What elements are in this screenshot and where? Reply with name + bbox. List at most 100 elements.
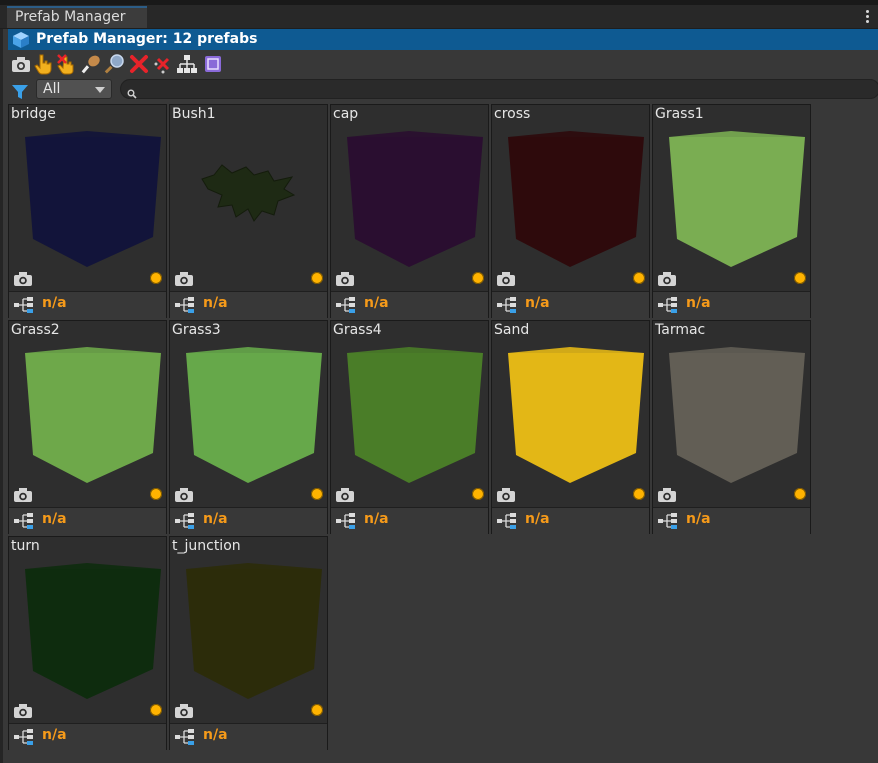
hierarchy-icon[interactable] xyxy=(174,512,196,534)
camera-icon[interactable] xyxy=(10,53,32,75)
tab-prefab-manager[interactable]: Prefab Manager xyxy=(7,6,147,28)
filter-dropdown-value: All xyxy=(43,81,61,97)
prefab-name: Sand xyxy=(494,322,530,338)
prefab-card[interactable]: Grass4 n/a xyxy=(330,320,489,534)
hierarchy-icon[interactable] xyxy=(174,296,196,318)
tab-bar: Prefab Manager xyxy=(0,5,878,29)
status-dot-icon xyxy=(311,704,323,716)
prefab-info-row: n/a xyxy=(9,291,166,318)
prefab-info-row: n/a xyxy=(9,507,166,534)
filter-row: All xyxy=(8,78,878,102)
prefab-info-row: n/a xyxy=(492,291,649,318)
camera-icon[interactable] xyxy=(13,702,33,724)
prefab-card[interactable]: Grass1 n/a xyxy=(652,104,811,318)
camera-icon[interactable] xyxy=(657,486,677,508)
prefab-status-label: n/a xyxy=(686,511,711,527)
prefab-status-label: n/a xyxy=(203,511,228,527)
hierarchy-icon[interactable] xyxy=(496,512,518,534)
status-dot-icon xyxy=(633,488,645,500)
prefab-name: Tarmac xyxy=(655,322,706,338)
prefab-card[interactable]: turn n/a xyxy=(8,536,167,750)
hierarchy-icon[interactable] xyxy=(335,512,357,534)
drumstick-icon[interactable] xyxy=(80,53,102,75)
prefab-status-label: n/a xyxy=(686,295,711,311)
prefab-info-row: n/a xyxy=(170,291,327,318)
prefab-name: Grass1 xyxy=(655,106,704,122)
prefab-status-label: n/a xyxy=(364,511,389,527)
pointer-remove-icon[interactable] xyxy=(56,53,78,75)
filter-funnel-icon xyxy=(12,84,28,103)
prefab-status-label: n/a xyxy=(525,295,550,311)
camera-icon[interactable] xyxy=(174,702,194,724)
prefab-card[interactable]: Grass3 n/a xyxy=(169,320,328,534)
hierarchy-icon[interactable] xyxy=(13,296,35,318)
prefab-card[interactable]: bridge n/a xyxy=(8,104,167,318)
prefab-thumbnail[interactable] xyxy=(657,127,807,272)
prefab-thumbnail[interactable] xyxy=(13,559,163,704)
search-icon xyxy=(127,84,137,103)
prefab-thumbnail[interactable] xyxy=(174,343,324,488)
status-dot-icon xyxy=(472,272,484,284)
prefab-status-label: n/a xyxy=(42,727,67,743)
prefab-card[interactable]: cap n/a xyxy=(330,104,489,318)
prefab-thumbnail[interactable] xyxy=(496,127,646,272)
camera-icon[interactable] xyxy=(13,486,33,508)
remove-marker-icon[interactable] xyxy=(152,53,174,75)
more-options-icon[interactable] xyxy=(866,10,870,24)
hierarchy-icon[interactable] xyxy=(176,53,198,75)
camera-icon[interactable] xyxy=(174,486,194,508)
filter-dropdown[interactable]: All xyxy=(36,79,112,99)
prefab-thumbnail[interactable] xyxy=(335,343,485,488)
red-x-icon[interactable] xyxy=(128,53,150,75)
pointer-hand-icon[interactable] xyxy=(32,53,54,75)
camera-icon[interactable] xyxy=(496,270,516,292)
prefab-card[interactable]: cross n/a xyxy=(491,104,650,318)
magnifier-icon[interactable] xyxy=(104,53,126,75)
camera-icon[interactable] xyxy=(335,486,355,508)
camera-icon[interactable] xyxy=(174,270,194,292)
status-dot-icon xyxy=(472,488,484,500)
prefab-card[interactable]: t_junction n/a xyxy=(169,536,328,750)
prefab-thumbnail[interactable] xyxy=(174,559,324,704)
prefab-name: Grass3 xyxy=(172,322,221,338)
camera-icon[interactable] xyxy=(496,486,516,508)
hierarchy-icon[interactable] xyxy=(13,728,35,750)
prefab-name: Bush1 xyxy=(172,106,216,122)
prefab-thumbnail[interactable] xyxy=(13,343,163,488)
prefab-info-row: n/a xyxy=(9,723,166,750)
camera-icon[interactable] xyxy=(657,270,677,292)
hierarchy-icon[interactable] xyxy=(13,512,35,534)
prefab-dialog-icon[interactable] xyxy=(202,53,224,75)
prefab-thumbnail[interactable] xyxy=(335,127,485,272)
status-dot-icon xyxy=(150,488,162,500)
prefab-thumbnail[interactable] xyxy=(496,343,646,488)
prefab-info-row: n/a xyxy=(170,723,327,750)
hierarchy-icon[interactable] xyxy=(657,512,679,534)
status-dot-icon xyxy=(150,272,162,284)
prefab-status-label: n/a xyxy=(42,295,67,311)
prefab-thumbnail[interactable] xyxy=(13,127,163,272)
prefab-thumbnail[interactable] xyxy=(657,343,807,488)
prefab-card[interactable]: Sand n/a xyxy=(491,320,650,534)
prefab-card[interactable]: Grass2 n/a xyxy=(8,320,167,534)
toolbar xyxy=(8,52,878,76)
prefab-thumbnail[interactable] xyxy=(174,127,324,272)
status-dot-icon xyxy=(794,272,806,284)
prefab-card[interactable]: Tarmac n/a xyxy=(652,320,811,534)
page-title: Prefab Manager: 12 prefabs xyxy=(36,31,258,47)
prefab-card[interactable]: Bush1 n/a xyxy=(169,104,328,318)
search-input[interactable] xyxy=(120,79,878,99)
hierarchy-icon[interactable] xyxy=(657,296,679,318)
camera-icon[interactable] xyxy=(13,270,33,292)
chevron-down-icon xyxy=(95,87,105,93)
hierarchy-icon[interactable] xyxy=(335,296,357,318)
hierarchy-icon[interactable] xyxy=(174,728,196,750)
prefab-name: bridge xyxy=(11,106,56,122)
prefab-info-row: n/a xyxy=(653,291,810,318)
status-dot-icon xyxy=(311,488,323,500)
prefab-info-row: n/a xyxy=(653,507,810,534)
prefab-name: cap xyxy=(333,106,359,122)
camera-icon[interactable] xyxy=(335,270,355,292)
prefab-info-row: n/a xyxy=(492,507,649,534)
hierarchy-icon[interactable] xyxy=(496,296,518,318)
